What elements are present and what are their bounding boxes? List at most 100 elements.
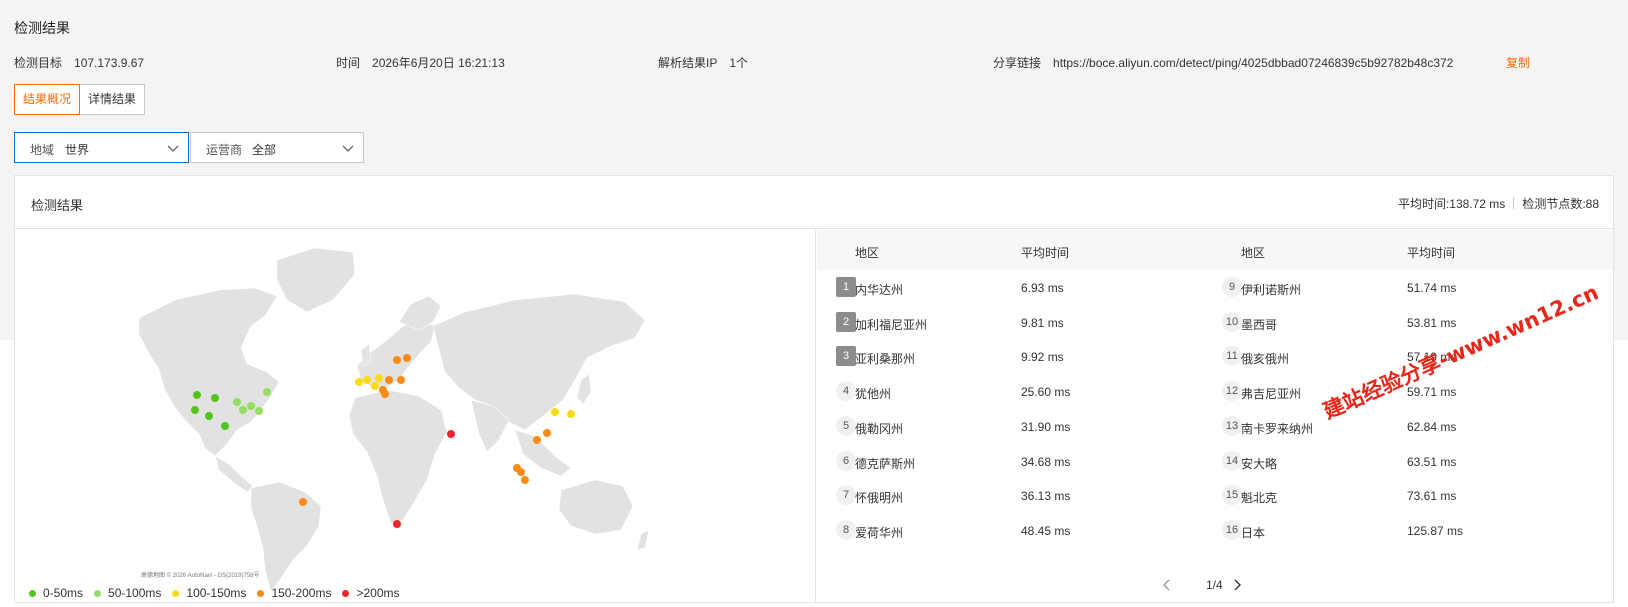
isp-select[interactable]: 运营商 全部 <box>190 132 364 163</box>
legend-item: 0-50ms <box>29 586 83 600</box>
world-map[interactable] <box>15 230 815 603</box>
header-avg-right: 平均时间 <box>1407 246 1456 260</box>
rank-badge: 4 <box>836 381 856 402</box>
share-info: 分享链接 https://boce.aliyun.com/detect/ping/… <box>993 54 1453 71</box>
probe-point <box>255 407 263 415</box>
probe-point <box>221 422 229 430</box>
region-cell: 南卡罗来纳州 <box>1241 421 1314 436</box>
region-cell: 弗吉尼亚州 <box>1241 387 1302 402</box>
region-cell: 爱荷华州 <box>855 525 904 540</box>
ip-count[interactable]: 1个 <box>729 56 748 70</box>
divider <box>1513 197 1515 209</box>
legend-item: 100-150ms <box>172 586 246 600</box>
legend-item: 50-100ms <box>94 586 161 600</box>
probe-point <box>393 520 401 528</box>
table-row: 1 内华达州 6.93 ms <box>817 270 1217 306</box>
rank-badge: 7 <box>836 485 856 506</box>
legend-label: 50-100ms <box>108 586 162 600</box>
rank-badge: 1 <box>836 277 856 297</box>
region-cell: 犹他州 <box>855 387 892 402</box>
map-legend: 0-50ms 50-100ms 100-150ms 150-200ms >200… <box>29 586 411 600</box>
legend-label: 150-200ms <box>271 586 332 600</box>
page-title: 检测结果 <box>14 20 70 36</box>
australia-landmass <box>558 479 634 535</box>
card-summary: 平均时间:138.72 ms 检测节点数:88 <box>1398 195 1599 212</box>
table-row: 3 亚利桑那州 9.92 ms <box>817 339 1217 375</box>
chevron-right-icon[interactable] <box>1230 577 1244 593</box>
rank-badge: 12 <box>1222 381 1242 402</box>
new-zealand-landmass <box>636 529 650 551</box>
table-row: 15 魁北克 73.61 ms <box>1203 478 1603 514</box>
region-select[interactable]: 地域 世界 <box>14 132 189 163</box>
region-cell: 安大略 <box>1241 456 1278 471</box>
avg-time-cell: 53.81 ms <box>1407 315 1457 330</box>
table-row: 13 南卡罗来纳州 62.84 ms <box>1203 409 1603 445</box>
africa-landmass <box>348 389 448 525</box>
header-region-right: 地区 <box>1241 246 1266 260</box>
region-cell: 墨西哥 <box>1241 317 1278 332</box>
results-table: 地区 平均时间 地区 平均时间 1 内华达州 6.93 ms 2 加利福尼亚州 9.81 … <box>817 230 1613 603</box>
rank-badge: 14 <box>1222 450 1242 471</box>
ip-label: 解析结果IP <box>658 56 718 70</box>
avg-time-cell: 63.51 ms <box>1407 454 1457 469</box>
table-row: 5 俄勒冈州 31.90 ms <box>817 409 1217 445</box>
table-header: 地区 平均时间 地区 平均时间 <box>817 230 1613 270</box>
region-cell: 俄勒冈州 <box>855 421 904 436</box>
probe-point <box>567 410 575 418</box>
probe-point <box>205 412 213 420</box>
tab-overview[interactable]: 结果概况 <box>14 84 81 115</box>
rank-badge: 3 <box>836 346 856 367</box>
legend-item: 150-200ms <box>257 586 331 600</box>
rank-badge: 13 <box>1222 415 1242 436</box>
map-attribution: 高德地图 © 2026 AutoNavi - GS(2019)758号 <box>141 573 260 579</box>
region-cell: 魁北克 <box>1241 491 1278 506</box>
probe-point <box>191 406 199 414</box>
probe-point <box>355 378 363 386</box>
legend-label: 0-50ms <box>43 586 84 600</box>
time-info: 时间 2026年6月20日 16:21:13 <box>336 54 505 71</box>
table-row: 8 爱荷华州 48.45 ms <box>817 513 1217 549</box>
share-url: https://boce.aliyun.com/detect/ping/4025… <box>1053 56 1454 70</box>
probe-point <box>239 406 247 414</box>
central-america-landmass <box>214 455 254 493</box>
region-cell: 伊利诺斯州 <box>1241 283 1302 297</box>
probe-point <box>371 382 379 390</box>
japan-landmass <box>576 373 592 405</box>
region-cell: 怀俄明州 <box>855 491 904 506</box>
share-label: 分享链接 <box>993 56 1042 70</box>
table-row: 7 怀俄明州 36.13 ms <box>817 478 1217 514</box>
rank-badge: 10 <box>1222 311 1242 332</box>
header-region-left: 地区 <box>855 246 880 260</box>
probe-point <box>403 354 411 362</box>
legend-dot <box>342 589 350 597</box>
probe-point <box>375 374 383 382</box>
region-select-label: 地域 <box>30 143 55 157</box>
legend-item: >200ms <box>342 586 400 600</box>
avg-time-cell: 25.60 ms <box>1021 385 1071 400</box>
target-info: 检测目标 107.173.9.67 <box>14 54 144 71</box>
region-cell: 德克萨斯州 <box>855 456 916 471</box>
probe-point <box>543 429 551 437</box>
avg-time-cell: 36.13 ms <box>1021 489 1071 504</box>
table-row: 16 日本 125.87 ms <box>1203 513 1603 549</box>
copy-button[interactable]: 复制 <box>1506 54 1530 71</box>
greenland-landmass <box>276 247 356 313</box>
rank-badge: 8 <box>836 519 856 540</box>
probe-point <box>393 356 401 364</box>
rank-badge: 15 <box>1222 485 1242 506</box>
avg-time-cell: 34.68 ms <box>1021 454 1071 469</box>
chevron-left-icon[interactable] <box>1160 577 1174 593</box>
ip-info: 解析结果IP 1个 <box>658 54 748 71</box>
isp-select-value: 全部 <box>252 143 277 157</box>
legend-dot <box>257 589 265 597</box>
south-america-landmass <box>250 481 322 593</box>
avg-time-cell: 6.93 ms <box>1021 281 1064 295</box>
chevron-down-icon <box>167 145 179 152</box>
tab-details[interactable]: 详情结果 <box>80 84 146 115</box>
probe-point <box>551 408 559 416</box>
region-select-value: 世界 <box>65 143 90 157</box>
probe-point <box>233 398 241 406</box>
table-row: 4 犹他州 25.60 ms <box>817 374 1217 410</box>
rank-badge: 5 <box>836 415 856 436</box>
north-america-landmass <box>138 287 280 457</box>
